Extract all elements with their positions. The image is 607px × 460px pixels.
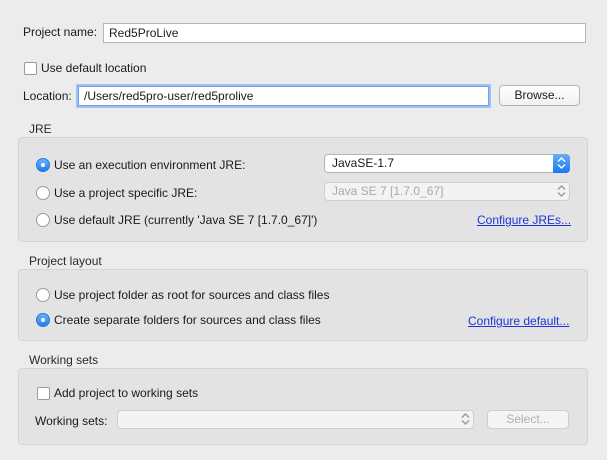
execution-env-stepper-icon — [553, 154, 570, 173]
project-layout-section-title: Project layout — [29, 254, 102, 268]
execution-env-select[interactable]: JavaSE-1.7 — [324, 154, 570, 173]
project-name-label: Project name: — [23, 25, 98, 39]
add-to-working-sets-checkbox[interactable] — [37, 387, 50, 400]
location-label: Location: — [23, 89, 72, 103]
browse-button[interactable]: Browse... — [499, 85, 580, 106]
execution-env-value: JavaSE-1.7 — [332, 156, 395, 170]
layout-separate-folders-radio[interactable] — [36, 313, 50, 327]
jre-group: Use an execution environment JRE: JavaSE… — [18, 137, 588, 242]
layout-separate-folders-label: Create separate folders for sources and … — [54, 313, 321, 327]
working-sets-section-title: Working sets — [29, 353, 99, 367]
working-sets-select[interactable] — [117, 410, 474, 429]
working-sets-stepper-icon — [457, 410, 474, 429]
project-name-input[interactable]: Red5ProLive — [103, 23, 586, 43]
layout-project-root-radio[interactable] — [36, 288, 50, 302]
use-default-location-label: Use default location — [41, 61, 147, 75]
jre-execution-env-label: Use an execution environment JRE: — [54, 158, 246, 172]
project-layout-group: Use project folder as root for sources a… — [18, 269, 588, 341]
configure-default-link[interactable]: Configure default... — [468, 313, 569, 329]
radio-dot — [41, 318, 45, 322]
working-sets-group: Add project to working sets Working sets… — [18, 368, 588, 445]
jre-execution-env-radio[interactable] — [36, 158, 50, 172]
project-specific-stepper-icon — [553, 182, 570, 201]
jre-default-radio[interactable] — [36, 213, 50, 227]
project-specific-jre-value: Java SE 7 [1.7.0_67] — [332, 184, 444, 198]
jre-section-title: JRE — [29, 122, 52, 136]
layout-project-root-label: Use project folder as root for sources a… — [54, 288, 330, 302]
location-input[interactable]: /Users/red5pro-user/red5prolive — [78, 86, 489, 106]
select-working-sets-button[interactable]: Select... — [487, 410, 569, 429]
use-default-location-checkbox[interactable] — [24, 62, 37, 75]
configure-jres-link[interactable]: Configure JREs... — [477, 212, 571, 228]
working-sets-label: Working sets: — [35, 414, 108, 428]
jre-project-specific-radio[interactable] — [36, 186, 50, 200]
jre-project-specific-label: Use a project specific JRE: — [54, 186, 198, 200]
add-to-working-sets-label: Add project to working sets — [54, 386, 199, 400]
radio-dot — [41, 163, 45, 167]
jre-default-label: Use default JRE (currently 'Java SE 7 [1… — [54, 213, 318, 227]
project-specific-jre-select[interactable]: Java SE 7 [1.7.0_67] — [324, 182, 570, 201]
